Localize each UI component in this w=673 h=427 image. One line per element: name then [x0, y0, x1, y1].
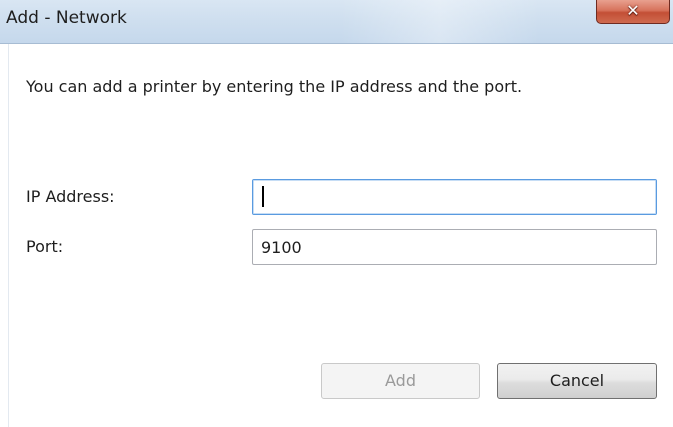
window-title: Add - Network [6, 8, 127, 28]
add-network-dialog: Add - Network ✕ You can add a printer by… [0, 0, 673, 427]
ip-address-label: IP Address: [26, 187, 115, 206]
close-button[interactable]: ✕ [596, 0, 670, 24]
port-label: Port: [26, 237, 64, 256]
title-bar-highlight [340, 0, 540, 43]
text-caret [262, 186, 264, 207]
ip-address-input[interactable] [252, 179, 657, 215]
window-frame-left [0, 44, 8, 427]
add-button[interactable]: Add [321, 363, 480, 399]
close-icon: ✕ [626, 1, 640, 20]
cancel-button[interactable]: Cancel [497, 363, 657, 399]
port-input[interactable] [252, 229, 657, 265]
title-bar[interactable]: Add - Network ✕ [0, 0, 673, 44]
instruction-text: You can add a printer by entering the IP… [26, 77, 523, 96]
